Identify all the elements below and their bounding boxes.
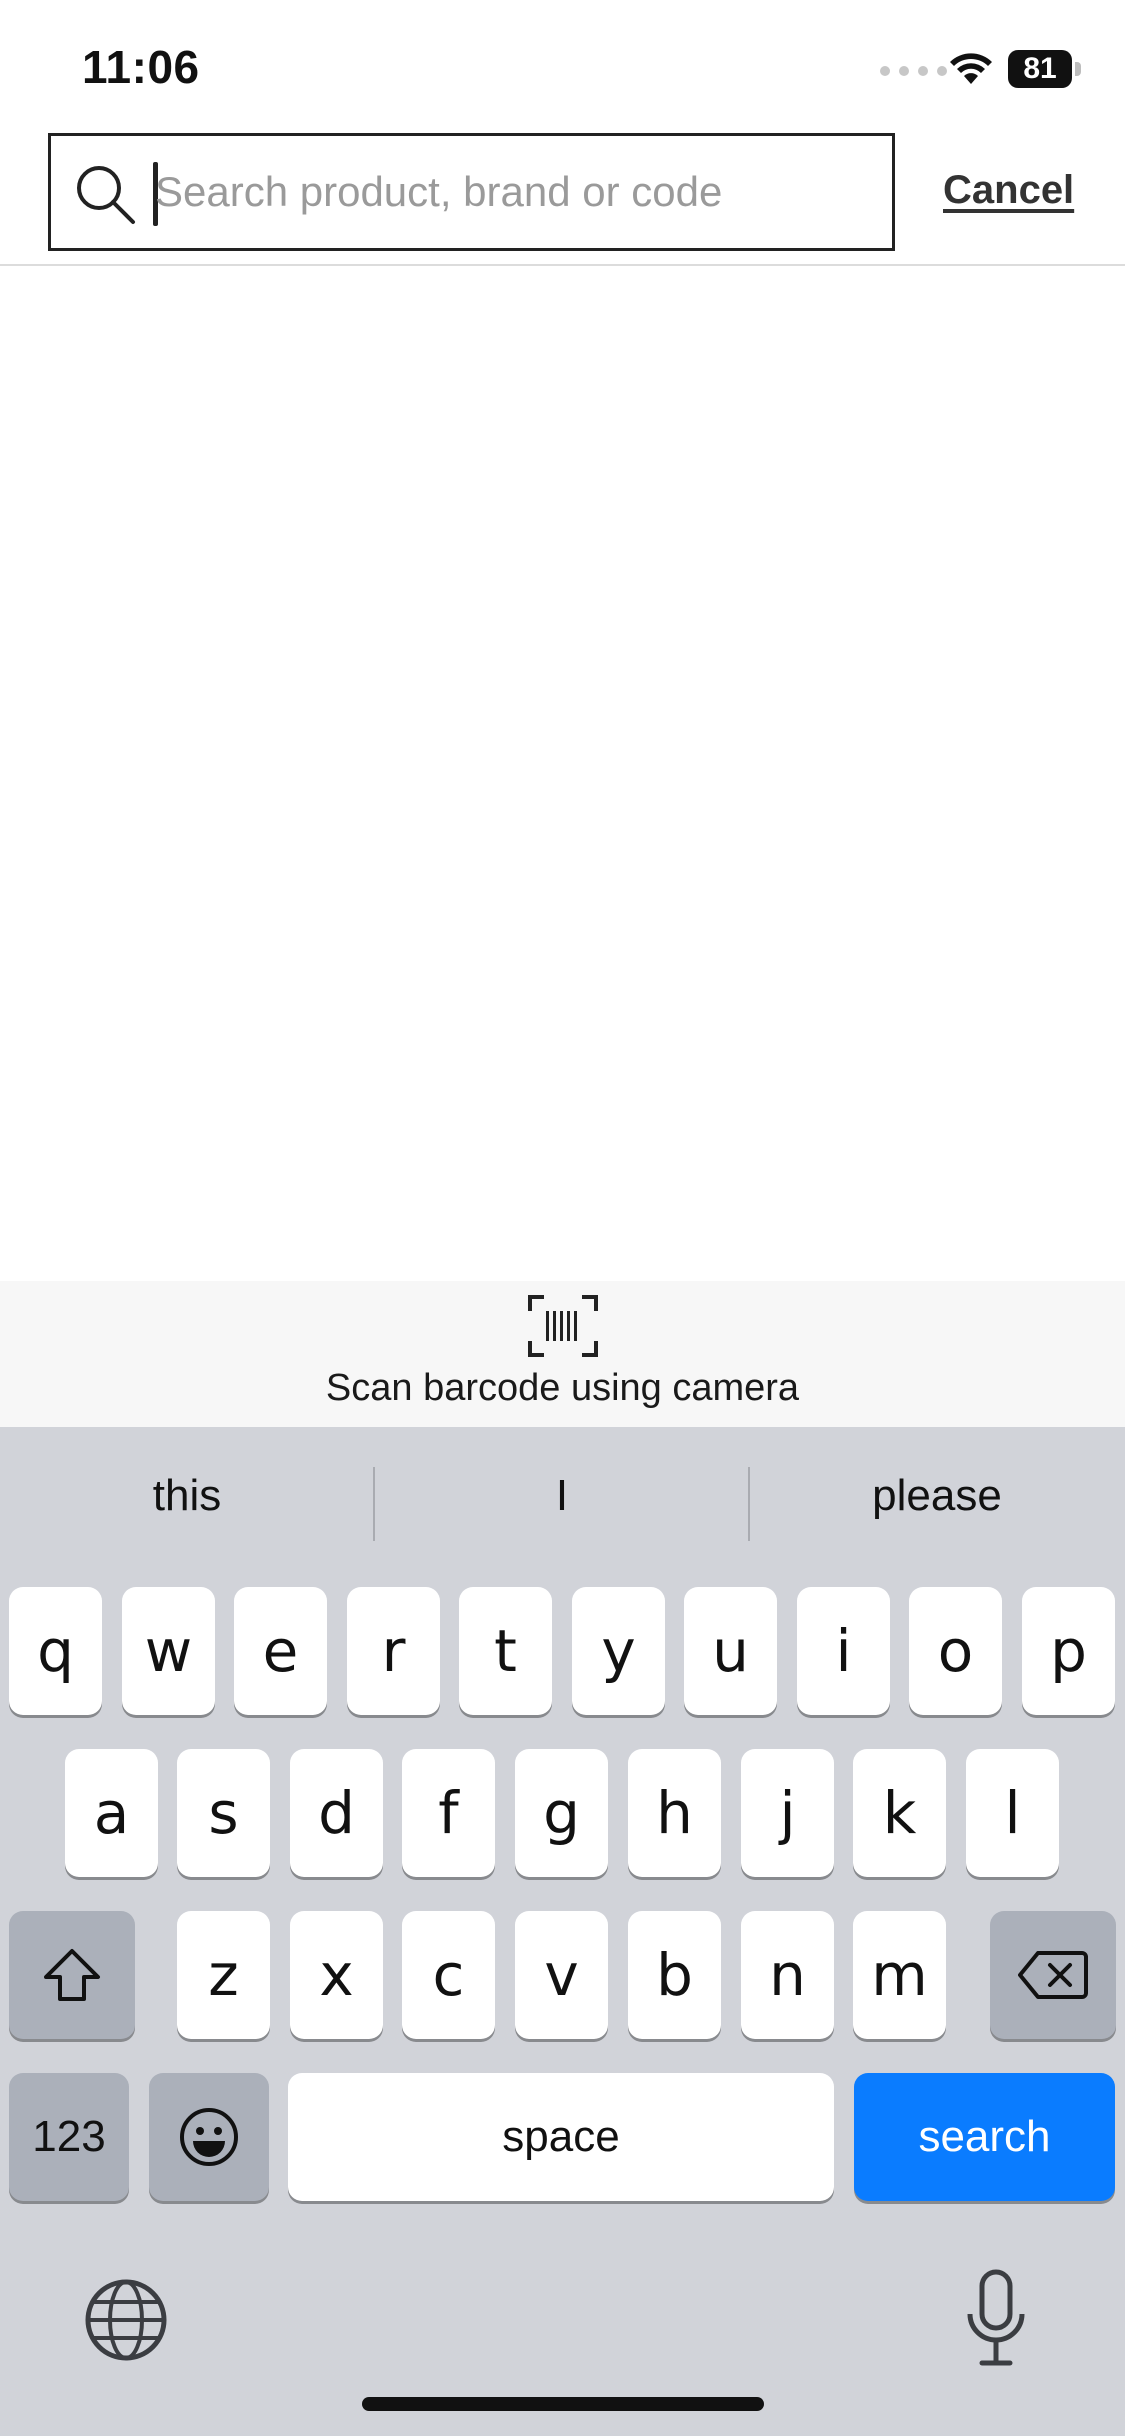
key-b[interactable]: b [628, 1911, 721, 2039]
suggestion-item[interactable]: this [0, 1471, 374, 1521]
space-key[interactable]: space [288, 2073, 834, 2201]
key-l[interactable]: l [966, 1749, 1059, 1877]
shift-key[interactable] [9, 1911, 135, 2039]
shift-icon [44, 1949, 100, 2001]
key-n[interactable]: n [741, 1911, 834, 2039]
delete-icon [1018, 1951, 1088, 1999]
suggestion-item[interactable]: I [375, 1471, 749, 1521]
cancel-button[interactable]: Cancel [943, 168, 1074, 213]
key-x[interactable]: x [290, 1911, 383, 2039]
key-p[interactable]: p [1022, 1587, 1115, 1715]
cellular-signal-icon [880, 66, 947, 76]
key-m[interactable]: m [853, 1911, 946, 2039]
key-j[interactable]: j [741, 1749, 834, 1877]
key-r[interactable]: r [347, 1587, 440, 1715]
key-a[interactable]: a [65, 1749, 158, 1877]
key-u[interactable]: u [684, 1587, 777, 1715]
key-v[interactable]: v [515, 1911, 608, 2039]
key-e[interactable]: e [234, 1587, 327, 1715]
search-input[interactable] [155, 136, 875, 248]
key-o[interactable]: o [909, 1587, 1002, 1715]
key-z[interactable]: z [177, 1911, 270, 2039]
key-t[interactable]: t [459, 1587, 552, 1715]
search-key[interactable]: search [854, 2073, 1115, 2201]
key-q[interactable]: q [9, 1587, 102, 1715]
key-h[interactable]: h [628, 1749, 721, 1877]
key-k[interactable]: k [853, 1749, 946, 1877]
delete-key[interactable] [990, 1911, 1116, 2039]
scan-barcode-label: Scan barcode using camera [325, 1367, 800, 1409]
key-g[interactable]: g [515, 1749, 608, 1877]
key-s[interactable]: s [177, 1749, 270, 1877]
numbers-key[interactable]: 123 [9, 2073, 129, 2201]
key-c[interactable]: c [402, 1911, 495, 2039]
key-d[interactable]: d [290, 1749, 383, 1877]
home-indicator[interactable] [362, 2397, 764, 2411]
suggestion-item[interactable]: please [750, 1471, 1124, 1521]
suggestion-bar: this I please [0, 1427, 1125, 1579]
header-divider [0, 264, 1125, 266]
key-f[interactable]: f [402, 1749, 495, 1877]
battery-icon: 81 [1008, 50, 1081, 88]
status-time: 11:06 [82, 41, 200, 93]
wifi-icon [950, 53, 992, 84]
key-i[interactable]: i [797, 1587, 890, 1715]
key-w[interactable]: w [122, 1587, 215, 1715]
emoji-icon [180, 2108, 238, 2166]
search-icon [77, 166, 135, 224]
emoji-key[interactable] [149, 2073, 269, 2201]
globe-icon[interactable] [84, 2278, 168, 2362]
scan-barcode-button[interactable]: Scan barcode using camera [0, 1281, 1125, 1427]
mic-icon[interactable] [964, 2268, 1028, 2368]
key-y[interactable]: y [572, 1587, 665, 1715]
barcode-icon [528, 1295, 598, 1357]
battery-level: 81 [1008, 50, 1072, 88]
status-bar: 11:06 81 [0, 0, 1125, 130]
search-box[interactable] [48, 133, 895, 251]
